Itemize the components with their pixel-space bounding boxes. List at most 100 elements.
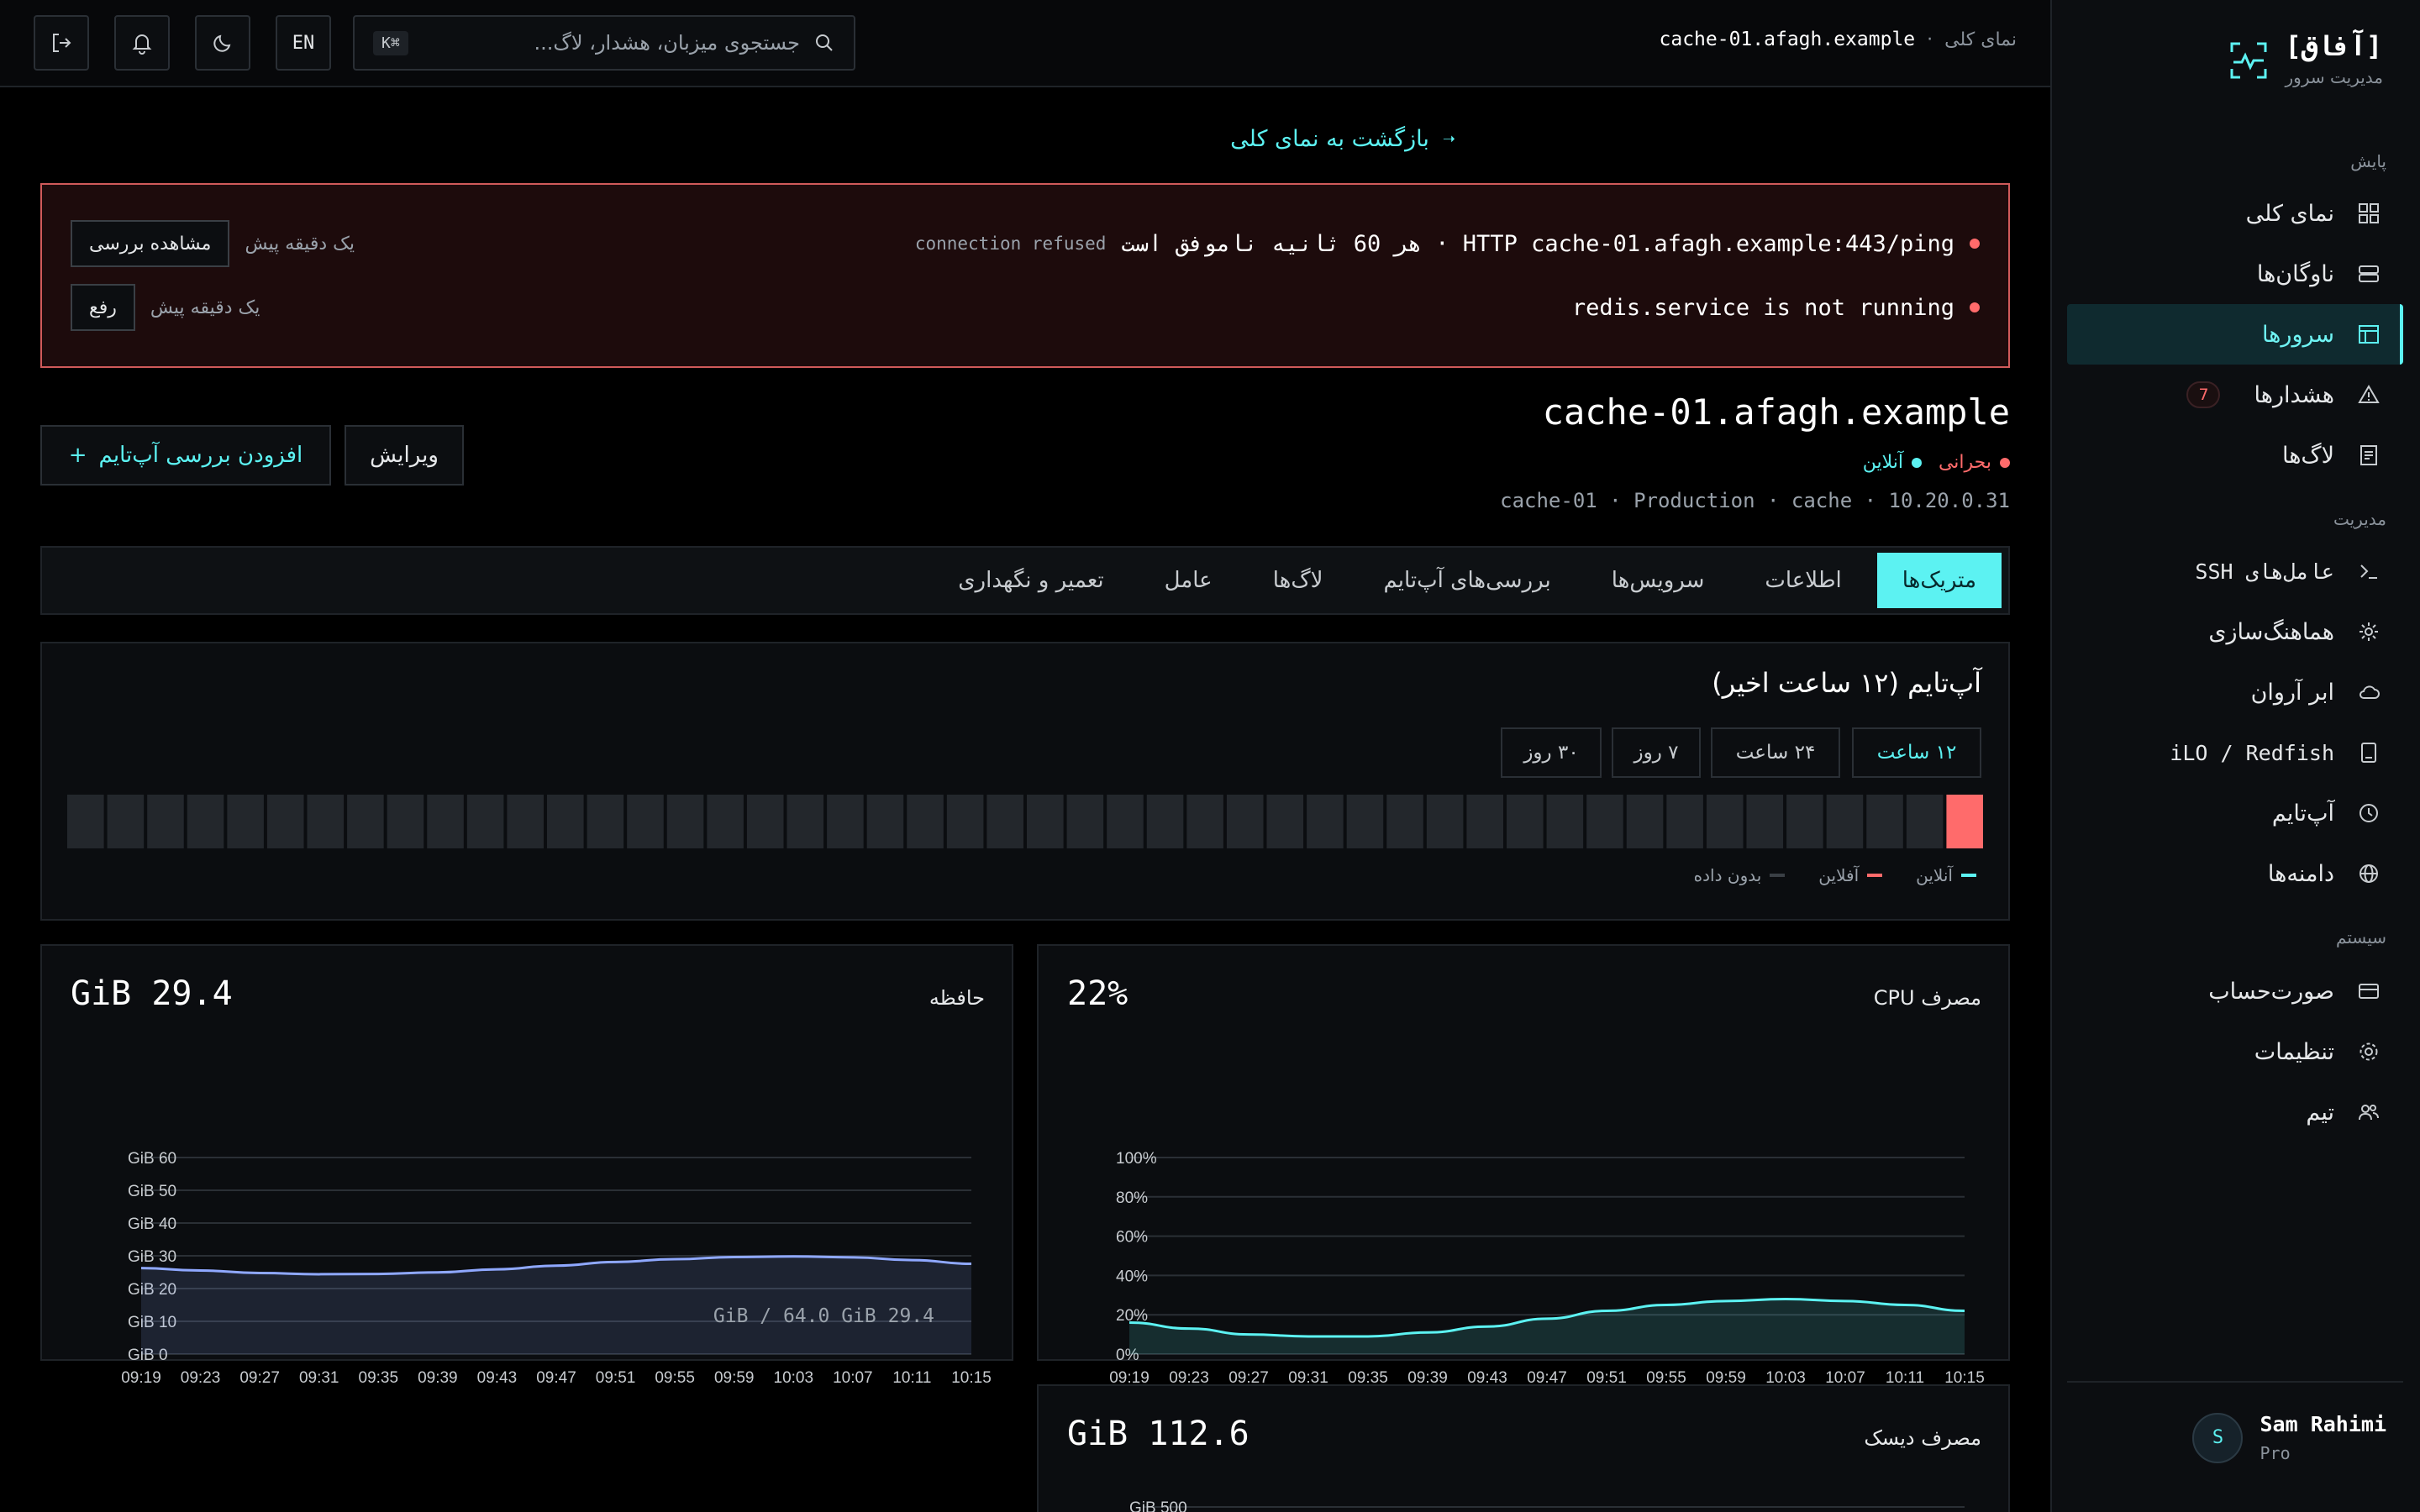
nav-section-monitoring: پایش [2350, 151, 2386, 171]
range-7d-button[interactable]: ۷ روز [1612, 727, 1701, 778]
server-stack-icon [2356, 261, 2381, 286]
edit-button[interactable]: ویرایش [345, 425, 464, 486]
logout-button[interactable] [34, 15, 89, 71]
alert-row: redis.service is not running یک دقیقه پی… [71, 284, 1980, 331]
alerts-count-badge: 7 [2186, 381, 2221, 408]
alert-time: یک دقیقه پیش [150, 297, 260, 318]
search-placeholder: جستجوی میزبان، هشدار، لاگ... [534, 31, 800, 55]
sidebar-item-domains[interactable]: دامنه‌ها [2067, 843, 2403, 904]
add-uptime-check-label: افزودن بررسی آپ‌تایم [98, 443, 303, 468]
language-button[interactable]: EN [276, 15, 331, 71]
status-label: بحرانی [1938, 452, 1991, 473]
disk-chart-title: مصرف دیسک [1864, 1426, 1981, 1450]
view-check-button[interactable]: مشاهده بررسی [71, 220, 230, 267]
status-dot [1911, 457, 1922, 468]
sidebar-item-settings[interactable]: تنظیمات [2067, 1021, 2403, 1082]
notifications-button[interactable] [114, 15, 170, 71]
uptime-bar [1786, 795, 1823, 848]
uptime-bar [1346, 795, 1384, 848]
uptime-bar [866, 795, 904, 848]
memory-chart: GiB 0GiB 10GiB 20GiB 30GiB 40GiB 50GiB 6… [121, 1150, 992, 1387]
uptime-bar [1146, 795, 1184, 848]
tab-info[interactable]: اطلاعات [1739, 553, 1866, 608]
uptime-bar [427, 795, 464, 848]
sidebar-divider [2067, 1381, 2403, 1383]
legend-swatch [1961, 874, 1976, 877]
disk-chart: GiB 500 [1129, 1499, 1965, 1512]
sidebar-item-overview[interactable]: نمای کلی [2067, 183, 2403, 244]
theme-toggle-button[interactable] [195, 15, 250, 71]
sidebar-item-uptime[interactable]: آپ‌تایم [2067, 783, 2403, 843]
search-input[interactable]: جستجوی میزبان، هشدار، لاگ... ⌘K [353, 15, 855, 71]
disk-chart-card: مصرف دیسک 112.6 GiB GiB 500 [1037, 1384, 2010, 1512]
uptime-bar [946, 795, 984, 848]
uptime-bar [827, 795, 864, 848]
uptime-bar [587, 795, 624, 848]
server-tabs: متریک‌ها اطلاعات سرویس‌ها بررسی‌های آپ‌ت… [40, 546, 2010, 615]
uptime-bar [1546, 795, 1584, 848]
sidebar-item-servers[interactable]: سرورها [2067, 304, 2403, 365]
y-tick-label: 40% [1116, 1268, 1148, 1285]
uptime-bar [986, 795, 1023, 848]
dashboard-icon [2356, 201, 2381, 226]
x-tick-label: 09:19 [121, 1369, 161, 1387]
breadcrumb-root[interactable]: نمای کلی [1944, 29, 2017, 50]
uptime-bar [1426, 795, 1464, 848]
memory-usage-footer: GiB / 64.0 GiB 29.4 [713, 1305, 934, 1327]
sidebar: [آفاق] مدیریت سرور پایش نمای کلی ناوگان‌… [2050, 0, 2420, 1512]
add-uptime-check-button[interactable]: افزودن بررسی آپ‌تایم + [40, 425, 331, 486]
sidebar-item-logs[interactable]: لاگ‌ها [2067, 425, 2403, 486]
alert-row: HTTP cache-01.afagh.example:443/ping · ه… [71, 220, 1980, 267]
tab-metrics[interactable]: متریک‌ها [1876, 553, 2002, 608]
tab-services[interactable]: سرویس‌ها [1586, 553, 1730, 608]
range-24h-button[interactable]: ۲۴ ساعت [1711, 727, 1840, 778]
document-icon [2356, 443, 2381, 468]
uptime-bar [1266, 795, 1304, 848]
range-12h-button[interactable]: ۱۲ ساعت [1852, 727, 1981, 778]
uptime-bar [1586, 795, 1623, 848]
sidebar-item-sync[interactable]: هماهنگ‌سازی [2067, 601, 2403, 662]
bell-icon [132, 34, 152, 55]
uptime-bar [107, 795, 145, 848]
status-dot [2000, 457, 2010, 468]
nav-section-system: سیستم [2336, 927, 2386, 948]
sidebar-item-label: هماهنگ‌سازی [2208, 618, 2334, 645]
uptime-bar [1507, 795, 1544, 848]
x-tick-label: 09:31 [299, 1369, 339, 1387]
tab-agent[interactable]: عامل [1139, 553, 1238, 608]
sidebar-item-ilo-redfish[interactable]: iLO / Redfish [2067, 722, 2403, 783]
user-card[interactable]: Sam Rahimi Pro S [2192, 1412, 2386, 1463]
sidebar-item-ssh-agents[interactable]: عامل‌های SSH [2067, 541, 2403, 601]
user-plan: Pro [2260, 1443, 2291, 1463]
sidebar-item-label: هشدارها [2254, 381, 2334, 408]
cloud-icon [2356, 680, 2381, 705]
sidebar-item-alerts[interactable]: هشدارها 7 [2067, 365, 2403, 425]
tab-maintenance[interactable]: تعمیر و نگهداری [933, 553, 1128, 608]
resolve-button[interactable]: رفع [71, 284, 135, 331]
sidebar-item-label: صورت‌حساب [2208, 978, 2334, 1005]
sidebar-item-label: ابر آروان [2250, 679, 2334, 706]
tab-uptime-checks[interactable]: بررسی‌های آپ‌تایم [1358, 553, 1576, 608]
sidebar-item-team[interactable]: تیم [2067, 1082, 2403, 1142]
y-tick-label: GiB 60 [128, 1150, 176, 1168]
arrow-right-icon: ➝ [1442, 130, 1455, 148]
y-tick-label: GiB 500 [1129, 1499, 1187, 1512]
uptime-bar [227, 795, 264, 848]
legend-swatch [1867, 874, 1883, 877]
uptime-bar [1826, 795, 1864, 848]
sidebar-item-arvan-cloud[interactable]: ابر آروان [2067, 662, 2403, 722]
back-to-overview-link[interactable]: ➝ بازگشت به نمای کلی [1230, 126, 1455, 152]
breadcrumb-separator: · [1927, 29, 1933, 50]
tab-logs[interactable]: لاگ‌ها [1248, 553, 1349, 608]
range-30d-button[interactable]: ۳۰ روز [1501, 727, 1602, 778]
uptime-bar [627, 795, 664, 848]
brand-title: [آفاق] [2285, 30, 2383, 62]
sidebar-item-fleets[interactable]: ناوگان‌ها [2067, 244, 2403, 304]
alert-detail: connection refused [914, 234, 1107, 254]
sidebar-item-billing[interactable]: صورت‌حساب [2067, 961, 2403, 1021]
sidebar-item-label: iLO / Redfish [2170, 740, 2334, 765]
uptime-legend: آنلاین آفلاین بدون داده [1694, 865, 1976, 885]
uptime-bar [466, 795, 504, 848]
x-tick-label: 10:11 [892, 1369, 931, 1387]
brand[interactable]: [آفاق] مدیریت سرور [2228, 30, 2383, 87]
